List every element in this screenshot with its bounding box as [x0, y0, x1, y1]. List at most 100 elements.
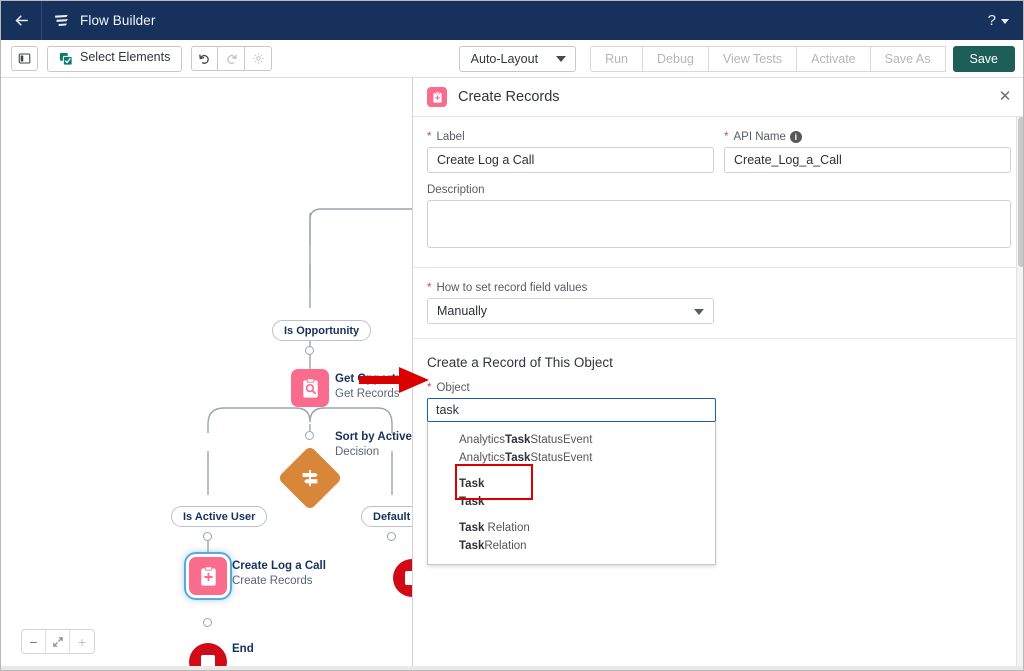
node-subtitle: Get Records — [335, 388, 400, 400]
connector-dot[interactable] — [387, 532, 396, 541]
connector-dot[interactable] — [203, 618, 212, 627]
required-marker: * — [427, 382, 432, 394]
object-dropdown-list: AnalyticsTaskStatusEvent AnalyticsTaskSt… — [427, 422, 716, 565]
back-arrow-icon[interactable] — [1, 1, 41, 40]
get-records-icon — [299, 377, 322, 400]
debug-button[interactable]: Debug — [643, 46, 709, 72]
undo-icon[interactable] — [191, 46, 219, 71]
flow-builder-app: Flow Builder ? Select Elements Auto-Layo… — [0, 0, 1024, 671]
how-to-set-select[interactable] — [427, 298, 714, 324]
branch-label-text: Default O — [373, 510, 412, 523]
flow-canvas[interactable]: Is Opportunity Get Opportunity Get Recor… — [1, 78, 413, 670]
canvas-zoom-controls: − + — [21, 629, 95, 654]
panel-header: Create Records ✕ — [413, 78, 1023, 117]
node-subtitle: Decision — [335, 446, 380, 458]
branch-label-text: Is Opportunity — [284, 324, 360, 337]
create-records-icon — [197, 565, 220, 588]
object-section-title: Create a Record of This Object — [427, 355, 613, 370]
connector-dot[interactable] — [305, 346, 314, 355]
dropdown-option[interactable]: AnalyticsTaskStatusEvent — [428, 431, 715, 449]
description-textarea[interactable] — [427, 200, 1011, 248]
global-header: Flow Builder ? — [1, 1, 1023, 40]
dropdown-option-task[interactable]: Task — [428, 475, 715, 493]
flow-node-get-opportunity[interactable] — [291, 369, 329, 407]
panel-section-basics: * Label * API Name i — [413, 117, 1023, 268]
label-field-label: * Label — [427, 131, 714, 143]
redo-icon[interactable] — [218, 46, 246, 71]
node-title: Get Opportunity — [335, 373, 413, 385]
decision-icon — [299, 467, 321, 489]
required-marker: * — [427, 131, 432, 143]
required-marker: * — [427, 282, 432, 294]
panel-title: Create Records — [458, 89, 560, 105]
select-elements-label: Select Elements — [80, 49, 171, 64]
description-field-label: Description — [427, 184, 485, 196]
select-elements-button[interactable]: Select Elements — [47, 45, 183, 72]
zoom-out-button[interactable]: − — [22, 630, 46, 653]
flow-node-create-log-a-call[interactable] — [189, 557, 227, 595]
label-text: Object — [436, 382, 470, 394]
api-name-field-group: * API Name i — [724, 131, 1011, 173]
history-button-group — [191, 46, 273, 71]
how-to-set-select-wrap — [427, 298, 714, 324]
api-name-field-label: * API Name i — [724, 131, 1011, 143]
object-field-label: * Object — [427, 382, 1011, 394]
object-input[interactable] — [427, 398, 716, 422]
node-title: End — [232, 643, 254, 655]
dropdown-option[interactable]: TaskRelation — [428, 537, 715, 555]
app-title: Flow Builder — [80, 13, 156, 28]
panel-body: * Label * API Name i — [413, 117, 1023, 670]
create-records-icon — [427, 87, 447, 107]
branch-label-default-outcome[interactable]: Default O — [361, 506, 412, 527]
panel-section-how-to-set: * How to set record field values — [413, 268, 1023, 339]
element-properties-panel: Create Records ✕ * Label * — [413, 78, 1023, 670]
panel-section-object: Create a Record of This Object * Object … — [413, 339, 1023, 565]
label-field-group: * Label — [427, 131, 714, 173]
view-tests-button[interactable]: View Tests — [708, 46, 798, 72]
toolbar-right-actions: Auto-Layout Run Debug View Tests Activat… — [458, 46, 1015, 72]
connector-dot[interactable] — [203, 532, 212, 541]
save-button[interactable]: Save — [952, 46, 1015, 72]
node-subtitle: Create Records — [232, 575, 313, 587]
scrollbar-thumb[interactable] — [1018, 117, 1023, 267]
api-name-input[interactable] — [724, 147, 1011, 173]
layout-mode-value: Auto-Layout — [470, 52, 539, 66]
label-api-row: * Label * API Name i — [427, 131, 1011, 173]
end-icon — [405, 571, 412, 585]
left-panel-toggle-icon[interactable] — [11, 46, 38, 71]
node-title: Create Log a Call — [232, 560, 326, 572]
gear-icon[interactable] — [245, 46, 273, 71]
required-marker: * — [724, 131, 729, 143]
zoom-in-button[interactable]: + — [70, 630, 94, 653]
branch-label-is-opportunity[interactable]: Is Opportunity — [272, 320, 372, 341]
help-icon: ? — [987, 12, 996, 29]
label-input[interactable] — [427, 147, 714, 173]
flow-builder-logo-icon — [42, 1, 80, 40]
save-as-button[interactable]: Save As — [870, 46, 946, 72]
help-menu-button[interactable]: ? — [980, 1, 1017, 40]
dropdown-option[interactable]: AnalyticsTaskStatusEvent — [428, 449, 715, 467]
label-text: How to set record field values — [436, 282, 588, 294]
fit-to-screen-icon[interactable] — [46, 630, 70, 653]
dropdown-option[interactable]: Task Relation — [428, 519, 715, 537]
object-combobox: AnalyticsTaskStatusEvent AnalyticsTaskSt… — [427, 398, 716, 565]
branch-label-is-active-user[interactable]: Is Active User — [171, 506, 268, 527]
layout-mode-select[interactable]: Auto-Layout — [458, 46, 577, 72]
window-bottom-bar — [1, 666, 1023, 670]
close-icon[interactable]: ✕ — [997, 89, 1013, 105]
chevron-down-icon — [1001, 19, 1009, 24]
label-text: Label — [436, 131, 465, 143]
branch-label-text: Is Active User — [183, 510, 256, 523]
connector-dot[interactable] — [305, 431, 314, 440]
flow-node-label-create-log-a-call: Create Log a Call Create Records — [232, 559, 326, 589]
flow-node-label-end: End — [232, 642, 254, 657]
dropdown-option-task[interactable]: Task — [428, 493, 715, 511]
chevron-down-icon — [556, 56, 567, 62]
dropdown-group-gap — [428, 511, 715, 519]
activate-button[interactable]: Activate — [797, 46, 871, 72]
panel-scrollbar[interactable] — [1016, 117, 1023, 670]
select-elements-icon — [59, 52, 73, 66]
label-text: API Name — [733, 131, 786, 143]
run-button[interactable]: Run — [590, 46, 644, 72]
info-icon[interactable]: i — [789, 131, 802, 143]
